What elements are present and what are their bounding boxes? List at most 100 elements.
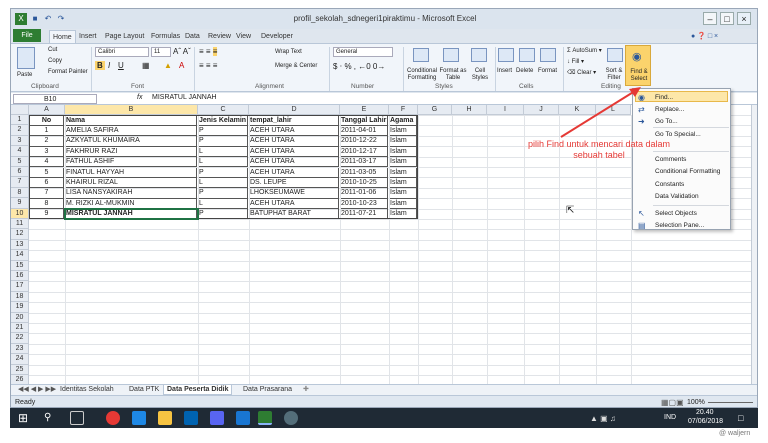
column-header-f[interactable]: F	[389, 105, 418, 115]
input-language[interactable]: IND	[664, 414, 676, 421]
menu-item-replace[interactable]: Replace...	[655, 106, 684, 113]
table-cell[interactable]: ACEH UTARA	[250, 157, 339, 168]
table-cell[interactable]: 2010-10-23	[341, 198, 388, 210]
table-cell[interactable]: 4	[30, 157, 64, 168]
menu-item-constants[interactable]: Constants	[655, 181, 684, 188]
table-cell[interactable]: LHOKSEUMAWE	[250, 188, 339, 199]
row-header[interactable]: 2	[11, 125, 29, 136]
menu-item-go-to[interactable]: Go To...	[655, 118, 678, 125]
cut-button[interactable]: Cut	[48, 47, 57, 53]
row-header[interactable]: 5	[11, 156, 29, 167]
app-icon[interactable]	[210, 411, 224, 425]
row-header[interactable]: 10	[11, 208, 29, 219]
table-cell[interactable]: 2010-12-22	[341, 136, 388, 147]
row-header[interactable]: 13	[11, 239, 29, 251]
number-format-select[interactable]: General	[333, 47, 393, 57]
column-header-h[interactable]: H	[452, 105, 487, 115]
sort-filter-button[interactable]: Sort & Filter	[603, 68, 625, 82]
table-cell[interactable]: L	[199, 198, 248, 210]
row-header[interactable]: 18	[11, 291, 29, 303]
table-cell[interactable]: Islam	[390, 125, 417, 137]
formula-input[interactable]: MISRATUL JANNAH	[152, 94, 217, 101]
font-name-select[interactable]: Calibri	[95, 47, 149, 57]
table-header-cell[interactable]: No	[30, 115, 64, 126]
table-cell[interactable]: 2011-04-01	[341, 125, 388, 137]
format-cells-button[interactable]: Format	[538, 68, 557, 74]
maximize-button[interactable]: □	[720, 12, 734, 25]
table-cell[interactable]: 3	[30, 146, 64, 158]
column-header-c[interactable]: C	[198, 105, 249, 115]
new-sheet-icon[interactable]: ✚	[300, 385, 312, 395]
help-icon[interactable]: ● ❓ □ ×	[691, 30, 718, 43]
table-cell[interactable]: 2010-10-25	[341, 177, 388, 189]
app-icon-2[interactable]	[284, 411, 298, 425]
delete-cells-button[interactable]: Delete	[516, 68, 533, 74]
table-cell[interactable]: P	[199, 188, 248, 199]
row-header[interactable]: 11	[11, 219, 29, 230]
column-header-d[interactable]: D	[249, 105, 340, 115]
font-size-select[interactable]: 11	[151, 47, 171, 57]
table-cell[interactable]: AZKYATUL KHUMAIRA	[66, 136, 197, 147]
row-header[interactable]: 17	[11, 281, 29, 292]
underline-button[interactable]: U	[118, 61, 124, 70]
align-top-icon[interactable]: ≡ ≡ ≡	[199, 47, 218, 56]
table-cell[interactable]: Islam	[390, 188, 417, 199]
task-view-icon[interactable]	[70, 411, 84, 425]
fx-icon[interactable]: fx	[137, 94, 142, 101]
table-cell[interactable]: L	[199, 177, 248, 189]
table-cell[interactable]: Islam	[390, 157, 417, 168]
tab-home[interactable]: Home	[49, 30, 76, 43]
table-cell[interactable]: P	[199, 167, 248, 178]
font-color-icon[interactable]: A	[179, 61, 184, 70]
menu-item-conditional-formatting[interactable]: Conditional Formatting	[655, 168, 720, 175]
table-cell[interactable]: 2011-07-21	[341, 209, 388, 220]
column-header-e[interactable]: E	[340, 105, 389, 115]
sheet-tab-peserta-didik[interactable]: Data Peserta Didik	[163, 385, 233, 395]
store-icon[interactable]	[184, 411, 198, 425]
table-cell[interactable]: KHAIRUL RIZAL	[66, 177, 197, 189]
clear-button[interactable]: ⌫ Clear ▾	[567, 69, 596, 76]
tab-view[interactable]: View	[236, 30, 251, 43]
table-cell[interactable]: ACEH UTARA	[250, 125, 339, 137]
row-header[interactable]: 25	[11, 364, 29, 375]
row-header[interactable]: 24	[11, 354, 29, 365]
table-cell[interactable]: 2011-01-06	[341, 188, 388, 199]
table-cell[interactable]: Islam	[390, 209, 417, 220]
table-header-cell[interactable]: tempat_lahir	[250, 115, 339, 126]
table-cell[interactable]: MISRATUL JANNAH	[66, 209, 197, 220]
cell-styles-icon[interactable]	[471, 48, 487, 62]
chrome-icon[interactable]	[106, 411, 120, 425]
table-header-cell[interactable]: Agama	[390, 115, 417, 126]
row-header[interactable]: 26	[11, 375, 29, 384]
row-header[interactable]: 3	[11, 135, 29, 147]
row-header[interactable]: 15	[11, 260, 29, 271]
tab-data[interactable]: Data	[185, 30, 200, 43]
table-cell[interactable]: FATHUL ASHIF	[66, 157, 197, 168]
menu-item-selection-pane[interactable]: Selection Pane...	[655, 222, 704, 229]
row-header[interactable]: 6	[11, 167, 29, 178]
table-cell[interactable]: FAKHRUR RAZI	[66, 146, 197, 158]
table-header-cell[interactable]: Tanggal Lahir	[341, 115, 388, 126]
sheet-nav-arrows-icon[interactable]: ◀◀ ◀ ▶ ▶▶	[15, 385, 59, 395]
zoom-slider[interactable]	[708, 402, 753, 403]
column-header-k[interactable]: K	[559, 105, 596, 115]
menu-item-find[interactable]: Find...	[655, 94, 673, 101]
file-explorer-icon[interactable]	[158, 411, 172, 425]
table-cell[interactable]: LISA NANSYAKIRAH	[66, 188, 197, 199]
table-cell[interactable]: P	[199, 125, 248, 137]
menu-item-data-validation[interactable]: Data Validation	[655, 193, 699, 200]
tab-page-layout[interactable]: Page Layout	[105, 30, 144, 43]
row-header[interactable]: 9	[11, 198, 29, 209]
zoom-level[interactable]: 100%	[687, 399, 705, 406]
tab-insert[interactable]: Insert	[79, 30, 97, 43]
table-cell[interactable]: ACEH UTARA	[250, 146, 339, 158]
fill-color-icon[interactable]: ▲	[164, 61, 172, 70]
insert-cells-icon[interactable]	[498, 48, 514, 62]
table-cell[interactable]: 1	[30, 125, 64, 137]
align-left-icon[interactable]: ≡ ≡ ≡	[199, 61, 217, 70]
row-header[interactable]: 1	[11, 115, 29, 126]
column-header-i[interactable]: I	[487, 105, 524, 115]
view-normal-icon[interactable]: ▦▢▣	[661, 398, 684, 407]
minimize-button[interactable]: –	[703, 12, 717, 25]
table-cell[interactable]: 2010-12-17	[341, 146, 388, 158]
